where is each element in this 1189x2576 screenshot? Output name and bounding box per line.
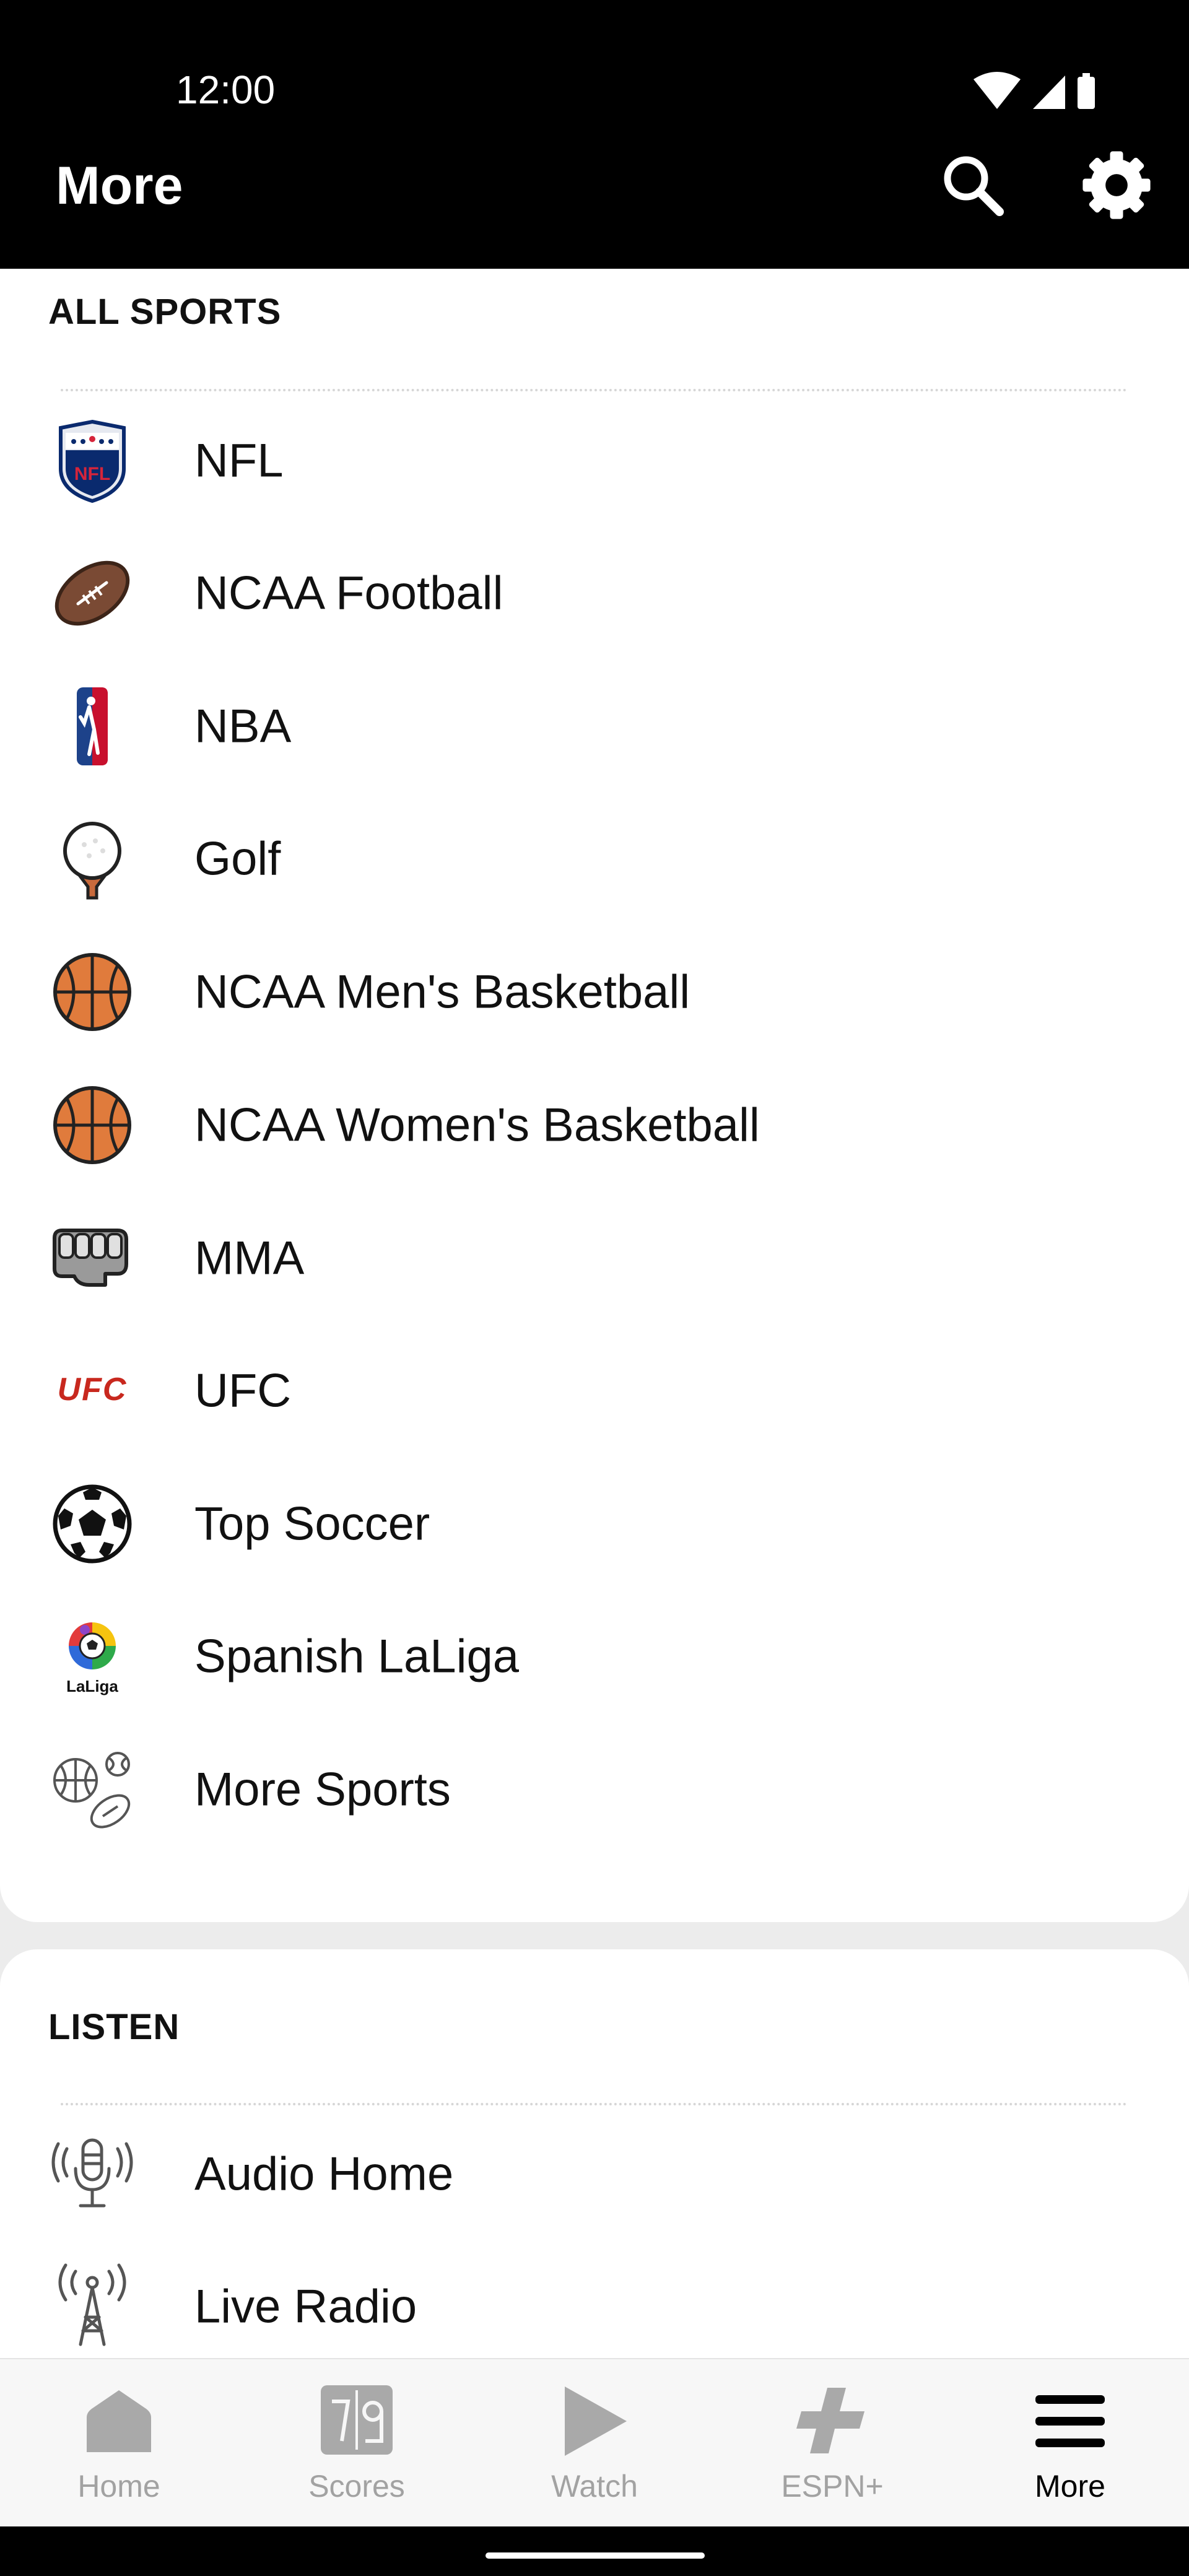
nav-tab-label: More xyxy=(1035,2469,1105,2504)
sport-item-nfl[interactable]: NFL NFL xyxy=(0,394,1189,527)
sport-item-label: More Sports xyxy=(194,1763,451,1816)
section-heading-listen: LISTEN xyxy=(48,2007,180,2047)
sport-item-spanish-laliga[interactable]: LaLiga Spanish LaLiga xyxy=(0,1590,1189,1723)
home-gesture-handle[interactable] xyxy=(486,2552,705,2559)
gear-icon[interactable] xyxy=(1078,146,1156,224)
page-title: More xyxy=(56,156,183,215)
microphone-icon xyxy=(51,2138,133,2208)
wifi-icon xyxy=(973,72,1021,109)
radio-tower-icon xyxy=(58,2263,126,2346)
sport-item-more-sports[interactable]: More Sports xyxy=(0,1723,1189,1856)
nav-tab-espn-plus[interactable]: ESPN+ xyxy=(713,2359,951,2528)
sport-item-ncaa-womens-basketball[interactable]: NCAA Women's Basketball xyxy=(0,1059,1189,1191)
sport-item-label: MMA xyxy=(194,1232,305,1285)
app-top-bar: 12:00 More xyxy=(0,0,1189,269)
sport-item-golf[interactable]: Golf xyxy=(0,793,1189,925)
all-sports-section: ALL SPORTS NFL NFL NCAA Football NBA Gol… xyxy=(0,269,1189,1922)
nav-tab-scores[interactable]: Scores xyxy=(238,2359,476,2528)
sport-item-label: NBA xyxy=(194,700,292,753)
play-icon xyxy=(565,2387,627,2456)
nav-tab-label: Scores xyxy=(308,2469,405,2504)
system-gesture-bar xyxy=(0,2526,1189,2576)
basketball-icon xyxy=(53,1086,131,1164)
sport-item-label: UFC xyxy=(194,1364,292,1417)
sport-item-nba[interactable]: NBA xyxy=(0,660,1189,793)
more-sports-icon xyxy=(53,1752,131,1829)
nav-tab-more[interactable]: More xyxy=(951,2359,1189,2528)
ufc-logo-icon: UFC xyxy=(58,1372,128,1408)
cellular-signal-icon xyxy=(1033,76,1065,109)
fist-icon xyxy=(53,1229,128,1287)
soccer-ball-icon xyxy=(53,1484,132,1564)
nfl-logo-icon: NFL xyxy=(59,419,126,503)
section-heading-all-sports: ALL SPORTS xyxy=(48,292,282,332)
svg-text:LaLiga: LaLiga xyxy=(66,1677,118,1695)
nba-logo-icon xyxy=(77,687,108,765)
svg-text:UFC: UFC xyxy=(58,1372,128,1408)
football-icon xyxy=(54,560,130,626)
laliga-logo-icon: LaLiga xyxy=(66,1622,118,1695)
listen-item-label: Audio Home xyxy=(194,2147,454,2201)
nav-tab-watch[interactable]: Watch xyxy=(476,2359,713,2528)
status-bar-icons xyxy=(973,72,1095,109)
nav-tab-label: Home xyxy=(77,2469,160,2504)
nav-tab-home[interactable]: Home xyxy=(0,2359,238,2528)
sport-item-ncaa-mens-basketball[interactable]: NCAA Men's Basketball xyxy=(0,926,1189,1058)
battery-icon xyxy=(1078,73,1095,109)
svg-text:NFL: NFL xyxy=(74,464,110,484)
hamburger-menu-icon xyxy=(1035,2395,1105,2447)
sport-item-label: Top Soccer xyxy=(194,1497,430,1551)
espn-plus-icon xyxy=(796,2388,865,2453)
sport-item-top-soccer[interactable]: Top Soccer xyxy=(0,1458,1189,1590)
sport-item-label: NCAA Men's Basketball xyxy=(194,965,690,1019)
sport-item-ncaa-football[interactable]: NCAA Football xyxy=(0,527,1189,659)
sport-item-mma[interactable]: MMA xyxy=(0,1192,1189,1325)
bottom-navigation: Home Scores Watch ESPN+ More xyxy=(0,2358,1189,2528)
listen-section: LISTEN Audio Home Live Radio xyxy=(0,1949,1189,2358)
scoreboard-icon xyxy=(321,2385,393,2455)
basketball-icon xyxy=(53,953,131,1031)
sport-item-label: Golf xyxy=(194,832,281,886)
sport-item-label: NCAA Football xyxy=(194,567,503,620)
sport-item-label: NFL xyxy=(194,434,284,487)
listen-item-label: Live Radio xyxy=(194,2280,417,2333)
nav-tab-label: Watch xyxy=(551,2469,638,2504)
home-icon xyxy=(87,2390,151,2452)
sport-item-label: Spanish LaLiga xyxy=(194,1630,519,1683)
section-divider xyxy=(61,2103,1127,2105)
sport-item-ufc[interactable]: UFC UFC xyxy=(0,1325,1189,1457)
golf-ball-icon xyxy=(63,822,121,900)
listen-item-audio-home[interactable]: Audio Home xyxy=(0,2108,1189,2240)
nav-tab-label: ESPN+ xyxy=(781,2469,884,2504)
section-divider xyxy=(61,389,1127,391)
status-bar-time: 12:00 xyxy=(176,67,276,112)
listen-item-live-radio[interactable]: Live Radio xyxy=(0,2240,1189,2373)
sport-item-label: NCAA Women's Basketball xyxy=(194,1099,760,1152)
search-icon[interactable] xyxy=(935,149,1009,223)
